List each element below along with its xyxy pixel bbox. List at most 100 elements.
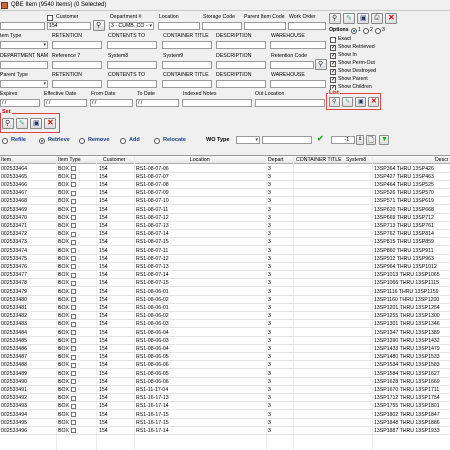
warehouse-field[interactable] bbox=[270, 41, 326, 49]
retention-lookup-button[interactable]: ⚲ bbox=[315, 59, 327, 70]
effective-date-field[interactable]: / / bbox=[44, 99, 87, 107]
row-checkbox[interactable] bbox=[71, 223, 76, 229]
spinner-field[interactable]: -1 bbox=[331, 136, 355, 144]
set-close-button[interactable]: ✕ bbox=[44, 118, 56, 129]
row-checkbox[interactable] bbox=[71, 207, 76, 212]
spinner-button[interactable]: ⇕ bbox=[356, 135, 364, 145]
set-save-button[interactable]: ▣ bbox=[30, 118, 42, 129]
row-checkbox[interactable] bbox=[71, 354, 76, 360]
refile-radio[interactable] bbox=[2, 138, 8, 144]
table-row[interactable]: 002533478 BOX 154 RS1-08-07-15 3 13SP1066 THR… bbox=[0, 280, 450, 288]
table-row[interactable]: 002533485 BOX 154 RS1-08-06-03 3 13SP1390 THR… bbox=[0, 337, 450, 345]
set-find-button[interactable]: ⚲ bbox=[2, 118, 14, 129]
parent-item-code-field[interactable] bbox=[244, 22, 286, 30]
row-checkbox[interactable] bbox=[71, 313, 76, 319]
retention-code-field[interactable] bbox=[270, 61, 314, 69]
row-checkbox[interactable] bbox=[71, 403, 76, 409]
row-checkbox[interactable] bbox=[71, 379, 76, 385]
row-checkbox[interactable] bbox=[71, 280, 76, 286]
table-row[interactable]: 002533467 BOX 154 RS1-08-07-09 3 13SP526 THRU… bbox=[0, 190, 450, 198]
container-title-field[interactable] bbox=[162, 41, 212, 49]
table-row[interactable]: 002533464 BOX 154 RS1-08-07-06 3 13SP364 THRU… bbox=[0, 165, 450, 173]
row-checkbox[interactable] bbox=[71, 412, 76, 417]
table-row[interactable]: 002533486 BOX 154 RS1-08-06-04 3 13SP1433 THR… bbox=[0, 345, 450, 353]
table-row[interactable]: 002533492 BOX 154 RS1-16-17-13 3 13SP1712 THR… bbox=[0, 395, 450, 403]
description-field-2[interactable] bbox=[216, 80, 266, 88]
table-row[interactable]: 002533475 BOX 154 RS1-08-07-12 3 13SP912 THRU… bbox=[0, 255, 450, 263]
indexed-notes-field[interactable] bbox=[182, 99, 252, 107]
table-row[interactable]: 002533484 BOX 154 RS1-08-06-04 3 13SP1347 THR… bbox=[0, 329, 450, 337]
row-checkbox[interactable] bbox=[71, 272, 76, 278]
show-perm-out-checkbox[interactable] bbox=[330, 60, 336, 67]
set-clear-button[interactable]: ✎ bbox=[16, 118, 28, 129]
table-row[interactable]: 002533466 BOX 154 RS1-08-07-08 3 13SP464 THRU… bbox=[0, 181, 450, 189]
row-checkbox[interactable] bbox=[71, 362, 76, 368]
table-row[interactable]: 002533487 BOX 154 RS1-08-06-05 3 13SP1480 THR… bbox=[0, 354, 450, 362]
table-row[interactable]: 002533491 BOX 154 RS1-11-17-04 3 13SP1670 THR… bbox=[0, 386, 450, 394]
row-checkbox[interactable] bbox=[71, 346, 76, 352]
row-checkbox[interactable] bbox=[71, 198, 76, 204]
col-header-location[interactable]: Location bbox=[190, 157, 210, 163]
table-row[interactable]: 002533474 BOX 154 RS1-08-07-11 3 13SP860 THRU… bbox=[0, 247, 450, 255]
storage-code-field[interactable] bbox=[202, 22, 242, 30]
row-checkbox[interactable] bbox=[71, 264, 76, 270]
container-title-field-2[interactable] bbox=[162, 80, 212, 88]
system8-field[interactable] bbox=[107, 61, 157, 69]
save-query-button[interactable]: ▣ bbox=[357, 13, 369, 24]
row-checkbox[interactable] bbox=[71, 371, 76, 376]
new-document-button[interactable]: 🗋 bbox=[366, 135, 376, 145]
table-row[interactable]: 002533471 BOX 154 RS1-08-07-13 3 13SP713 THRU… bbox=[0, 222, 450, 230]
table-row[interactable]: 002533479 BOX 154 RS1-08-06-01 3 13SP1116 THR… bbox=[0, 288, 450, 296]
table-row[interactable]: 002533496 BOX 154 RS1-16-17-14 3 13SP1887 THR… bbox=[0, 427, 450, 435]
row-checkbox[interactable] bbox=[71, 428, 76, 434]
system9-field[interactable] bbox=[162, 61, 212, 69]
customer-lookup-button[interactable]: ⚲ bbox=[93, 20, 105, 31]
col-header-item[interactable]: Item bbox=[1, 157, 11, 163]
row-checkbox[interactable] bbox=[71, 166, 76, 171]
retrieve-radio[interactable] bbox=[39, 138, 45, 144]
table-row[interactable]: 002533470 BOX 154 RS1-08-07-12 3 13SP669 THRU… bbox=[0, 214, 450, 222]
wo-number-field[interactable] bbox=[262, 136, 312, 144]
show-retrieved-checkbox[interactable] bbox=[330, 44, 336, 51]
item-type-dropdown[interactable] bbox=[0, 41, 48, 49]
table-row[interactable]: 002533482 BOX 154 RS1-08-06-02 3 13SP1255 THR… bbox=[0, 313, 450, 321]
row-checkbox[interactable] bbox=[71, 239, 76, 245]
from-date-field[interactable]: / / bbox=[90, 99, 133, 107]
department-name-field[interactable] bbox=[0, 61, 48, 69]
row-checkbox[interactable] bbox=[71, 256, 76, 262]
row-checkbox[interactable] bbox=[71, 248, 76, 253]
table-row[interactable]: 002533465 BOX 154 RS1-08-07-07 3 13SP427 THRU… bbox=[0, 173, 450, 181]
col-header-item-type[interactable]: Item Type bbox=[58, 157, 81, 163]
contents-to-field-2[interactable] bbox=[107, 80, 157, 88]
table-row[interactable]: 002533488 BOX 154 RS1-08-06-06 3 13SP1534 THR… bbox=[0, 362, 450, 370]
table-row[interactable]: 002533473 BOX 154 RS1-08-07-15 3 13SP815 THRU… bbox=[0, 239, 450, 247]
option-radio-1[interactable] bbox=[351, 28, 357, 34]
show-destroyed-checkbox[interactable] bbox=[330, 68, 336, 75]
description2-field[interactable] bbox=[216, 61, 266, 69]
table-row[interactable]: 002533480 BOX 154 RS1-08-06-02 3 13SP1160 THR… bbox=[0, 296, 450, 304]
reference7-field[interactable] bbox=[52, 61, 102, 69]
contents-to-field[interactable] bbox=[107, 41, 157, 49]
out-location-field[interactable] bbox=[255, 99, 325, 107]
dropdown-arrow-button[interactable]: ▼ bbox=[379, 135, 389, 145]
list-save-button[interactable]: ▣ bbox=[355, 97, 366, 107]
table-row[interactable]: 002533490 BOX 154 RS1-08-06-06 3 13SP1628 THR… bbox=[0, 378, 450, 386]
table-row[interactable]: 002533489 BOX 154 RS1-08-06-05 3 13SP1584 THR… bbox=[0, 370, 450, 378]
description-field[interactable] bbox=[216, 41, 266, 49]
department-dropdown[interactable]: 3 - CUMB. CO - bbox=[109, 22, 154, 30]
row-checkbox[interactable] bbox=[71, 190, 76, 196]
exact-checkbox[interactable] bbox=[330, 37, 336, 43]
table-row[interactable]: 002533493 BOX 154 RS1-16-17-14 3 13SP1755 THR… bbox=[0, 403, 450, 411]
wo-type-dropdown[interactable] bbox=[236, 136, 260, 144]
show-parent-checkbox[interactable] bbox=[330, 76, 336, 83]
items-grid[interactable]: Item Item Type Customer Location Depart … bbox=[0, 155, 450, 450]
table-row[interactable]: 002533481 BOX 154 RS1-08-06-01 3 13SP1201 THR… bbox=[0, 304, 450, 312]
apply-button[interactable]: ✔ bbox=[316, 134, 327, 145]
col-header-customer[interactable]: Customer bbox=[103, 157, 126, 163]
to-date-field[interactable]: / / bbox=[136, 99, 179, 107]
relocate-radio[interactable] bbox=[154, 138, 160, 144]
row-checkbox[interactable] bbox=[71, 297, 76, 303]
list-find-button[interactable]: ⚲ bbox=[329, 97, 340, 107]
table-row[interactable]: 002533476 BOX 154 RS1-08-07-13 3 13SP964 THRU… bbox=[0, 263, 450, 271]
option-radio-3[interactable] bbox=[375, 28, 381, 34]
